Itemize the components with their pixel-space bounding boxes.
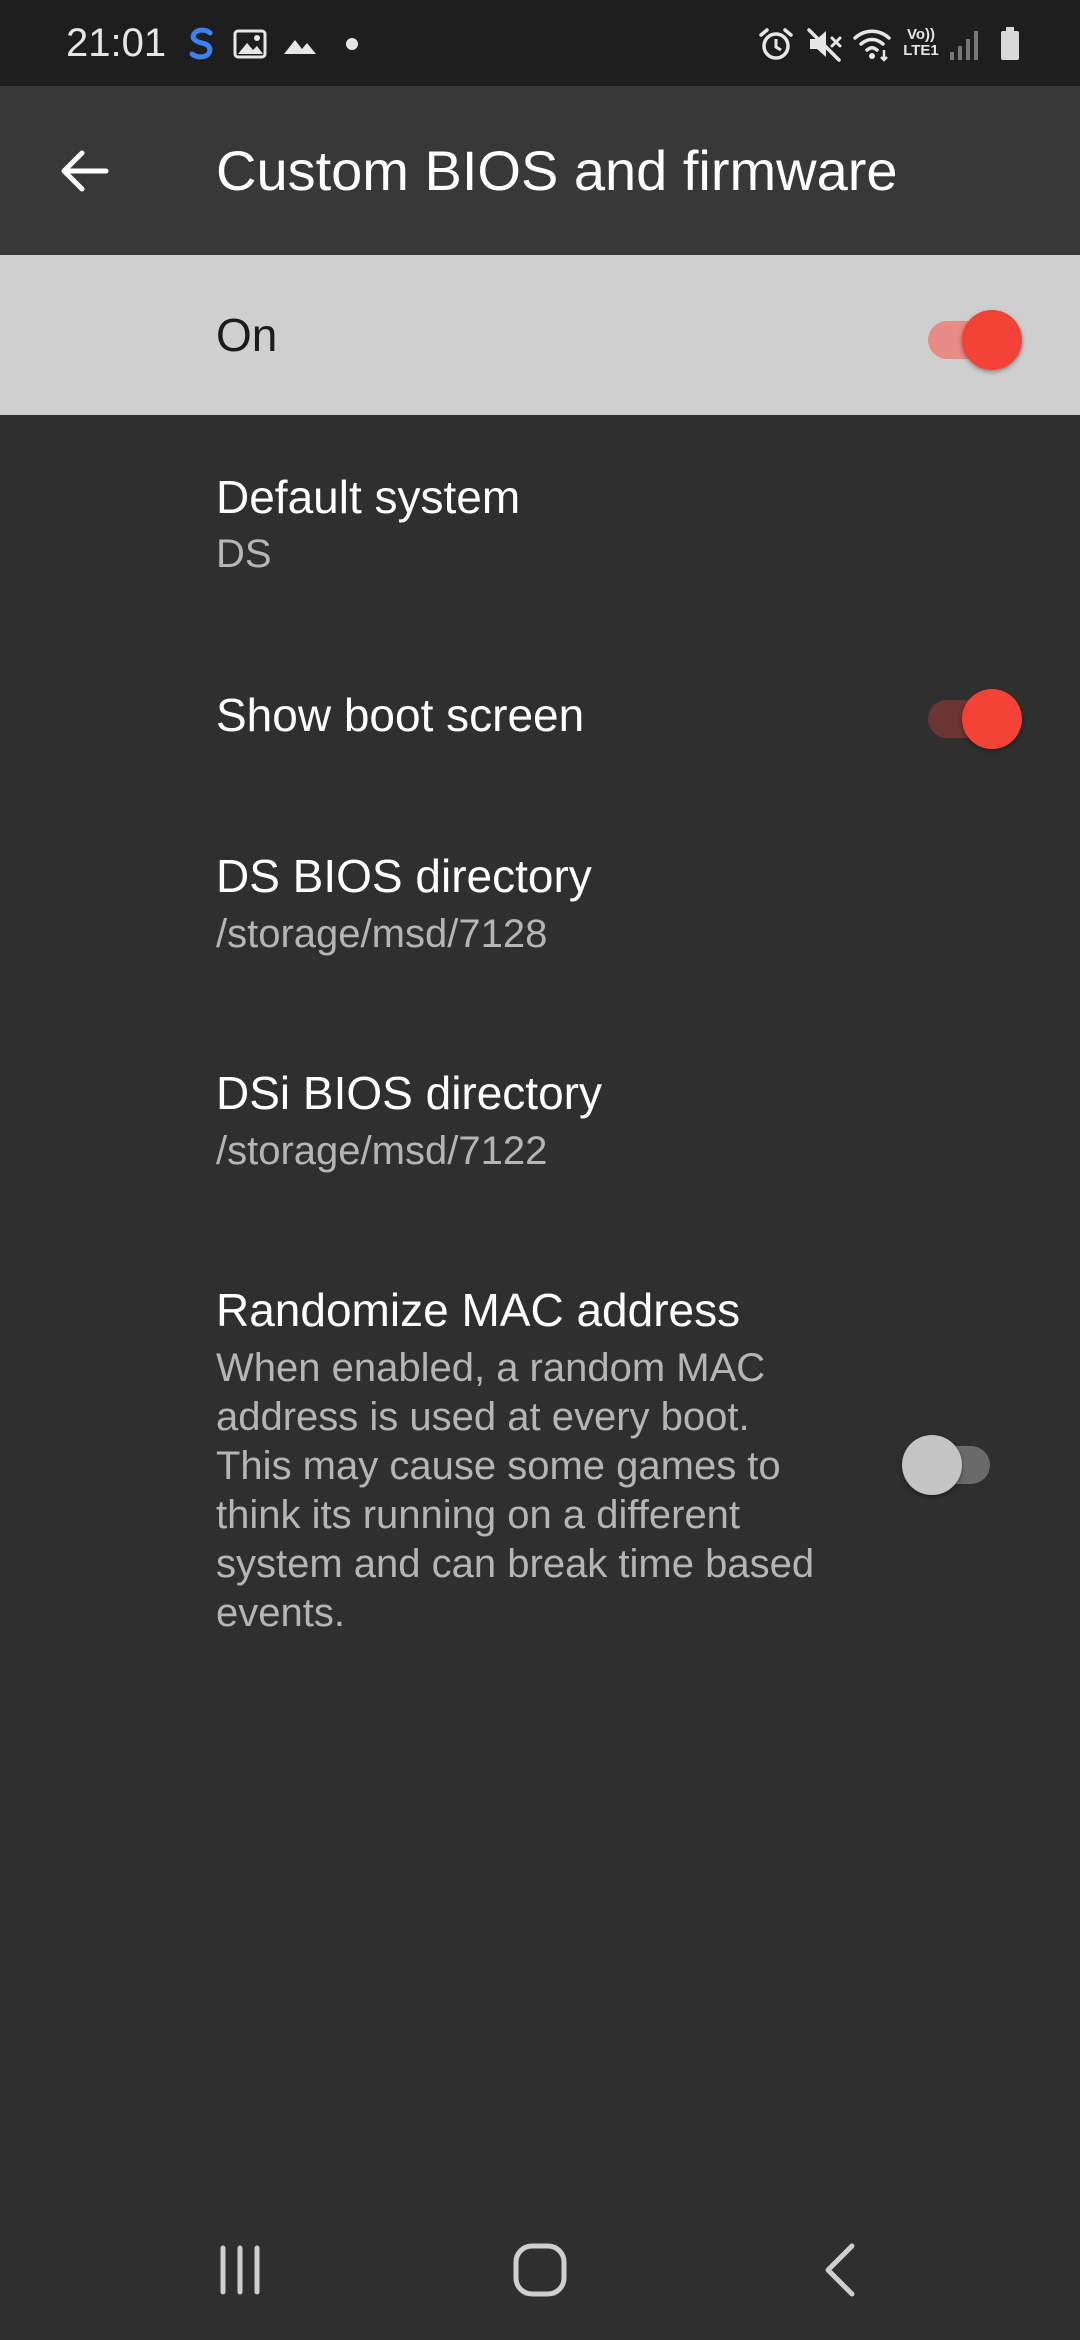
pref-summary-line: This may cause some games to <box>216 1444 781 1488</box>
master-switch-bar[interactable]: On <box>0 255 1080 415</box>
master-switch-toggle[interactable] <box>922 295 1022 375</box>
mute-icon <box>804 24 844 64</box>
wifi-icon <box>852 24 892 64</box>
switch-thumb <box>902 1435 962 1495</box>
pref-summary-line: When enabled, a random MAC <box>216 1346 766 1390</box>
master-switch-label: On <box>216 309 278 361</box>
pref-summary-line: events. <box>216 1591 345 1635</box>
home-button[interactable] <box>490 2230 590 2310</box>
battery-icon <box>990 24 1030 64</box>
pref-summary-line: think its running on a different <box>216 1493 741 1537</box>
recent-apps-button[interactable] <box>190 2230 290 2310</box>
pref-default-system[interactable]: Default system DS <box>0 415 1080 625</box>
switch-thumb <box>962 689 1022 749</box>
arrow-back-icon <box>61 150 109 192</box>
pref-summary-line: address is used at every boot. <box>216 1395 750 1439</box>
status-bar: 21:01 Vo)) LTE1 <box>0 0 1080 86</box>
navigation-bar <box>0 2200 1080 2340</box>
pref-title: Randomize MAC address <box>216 1284 741 1336</box>
samsung-s-icon <box>180 24 220 64</box>
pref-summary: When enabled, a random MAC address is us… <box>216 1344 814 1638</box>
pref-ds-bios-directory[interactable]: DS BIOS directory /storage/msd/7128 <box>0 805 1080 1020</box>
back-nav-button[interactable] <box>794 2230 894 2310</box>
pref-summary-line: system and can break time based <box>216 1542 815 1586</box>
mountain-icon <box>280 24 320 64</box>
pref-title: DSi BIOS directory <box>216 1067 602 1119</box>
show-boot-screen-toggle[interactable] <box>922 674 1022 754</box>
pref-title: Show boot screen <box>216 689 585 741</box>
home-icon <box>513 2243 567 2297</box>
pref-title: Default system <box>216 471 521 523</box>
gallery-icon <box>230 24 270 64</box>
network-label-bottom: LTE1 <box>903 42 939 59</box>
dot-icon <box>334 24 374 64</box>
signal-icon <box>946 24 986 64</box>
pref-summary: /storage/msd/7122 <box>216 1129 548 1173</box>
status-time: 21:01 <box>66 21 167 65</box>
app-bar: Custom BIOS and firmware <box>0 86 1080 255</box>
pref-dsi-bios-directory[interactable]: DSi BIOS directory /storage/msd/7122 <box>0 1020 1080 1240</box>
recent-apps-icon <box>220 2245 260 2295</box>
alarm-icon <box>756 24 796 64</box>
back-nav-icon <box>825 2243 855 2297</box>
pref-show-boot-screen[interactable]: Show boot screen <box>0 625 1080 805</box>
back-button[interactable] <box>44 126 124 216</box>
switch-thumb <box>962 310 1022 370</box>
page-title: Custom BIOS and firmware <box>216 139 898 202</box>
pref-title: DS BIOS directory <box>216 850 592 902</box>
randomize-mac-toggle[interactable] <box>902 1420 1002 1500</box>
pref-summary: /storage/msd/7128 <box>216 912 548 956</box>
volte-lte-icon: Vo)) LTE1 <box>898 24 944 64</box>
pref-summary: DS <box>216 532 272 576</box>
network-label-top: Vo)) <box>906 26 936 43</box>
